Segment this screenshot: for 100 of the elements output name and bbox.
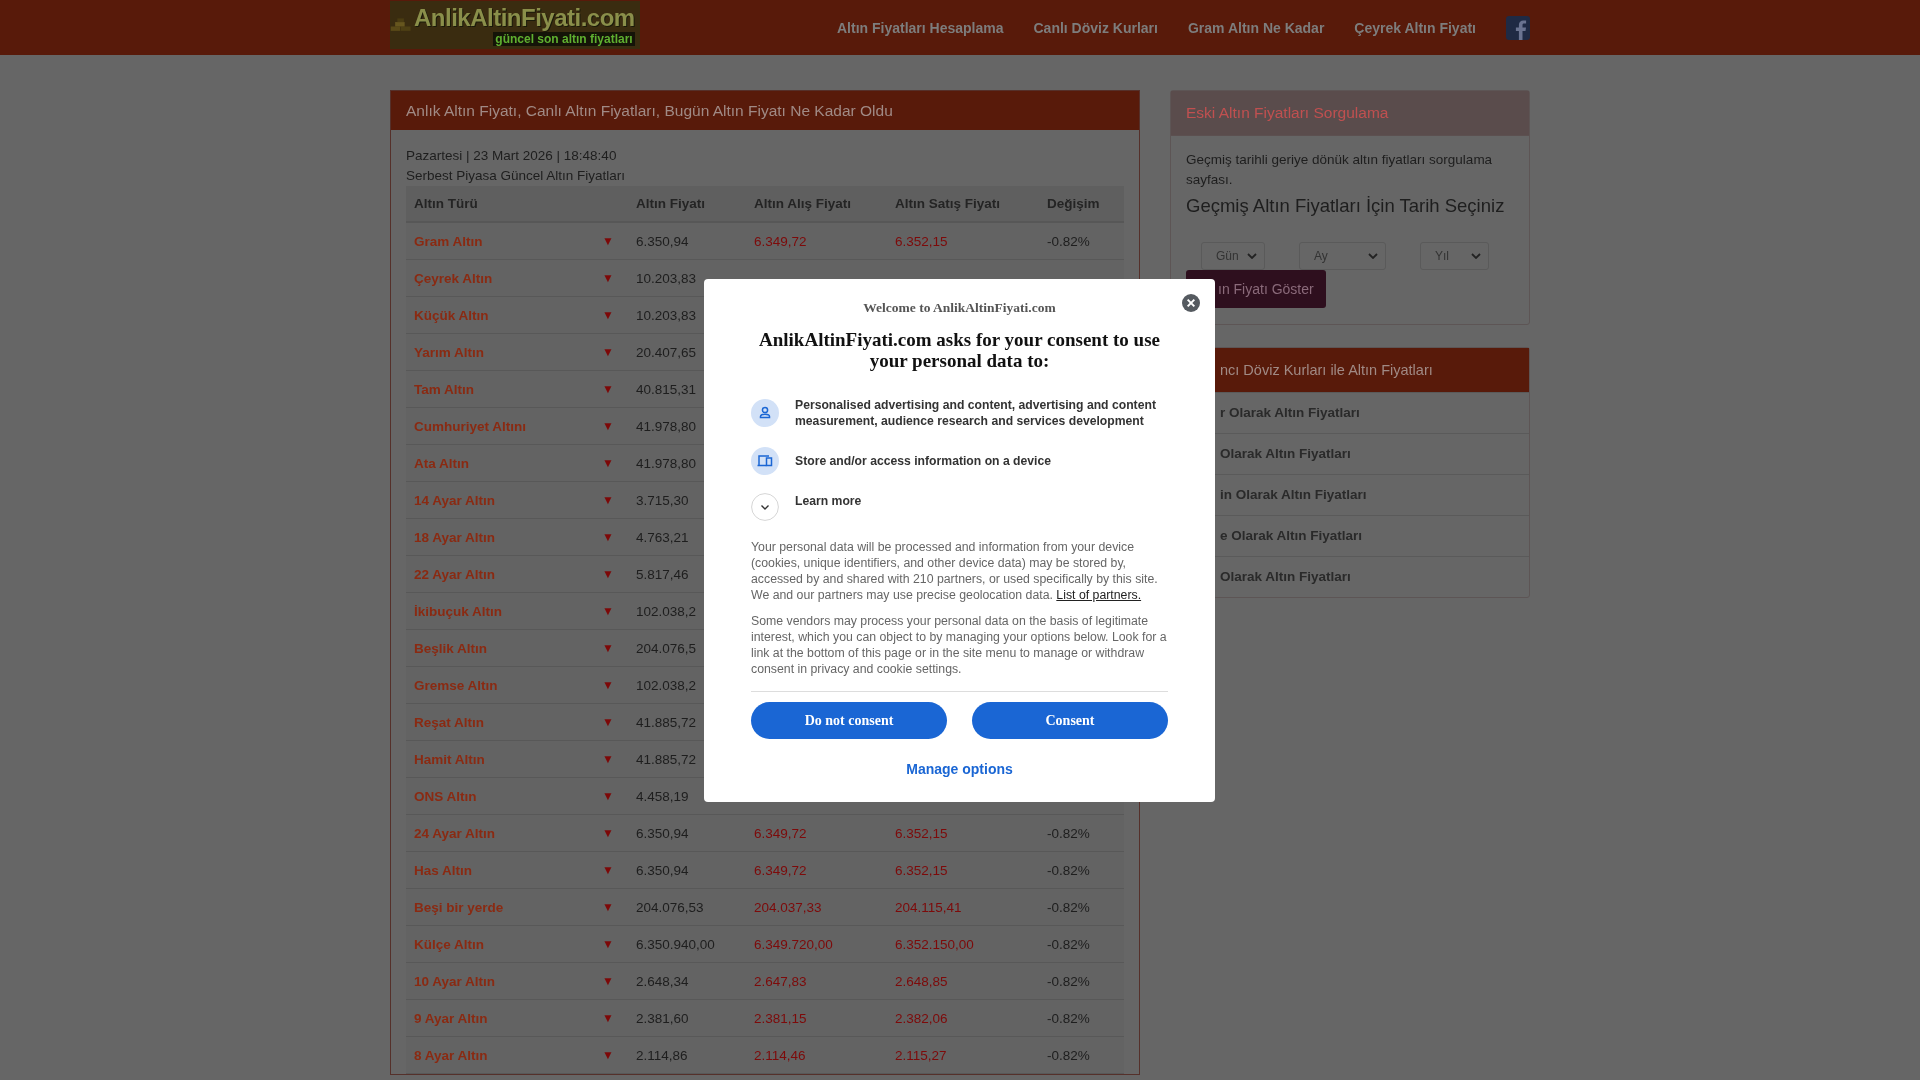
buy-price-cell: 6.349.720,00	[754, 936, 833, 952]
trend-arrow: ▼	[602, 973, 614, 989]
consent-button[interactable]: Do not consent	[751, 702, 947, 739]
trend-arrow: ▼	[602, 862, 614, 878]
price-type-link[interactable]: Beşi bir yerde	[414, 899, 504, 915]
price-type-link[interactable]: 18 Ayar Altın	[414, 529, 496, 545]
trend-arrow: ▼	[602, 1047, 614, 1063]
price-cell: 102.038,2	[636, 677, 697, 693]
trend-arrow: ▼	[602, 603, 614, 619]
price-cell: 2.381,60	[636, 1010, 689, 1026]
sell-price-cell: 2.648,85	[895, 973, 948, 989]
price-type-link[interactable]: 14 Ayar Altın	[414, 492, 496, 508]
price-type-link[interactable]: 10 Ayar Altın	[414, 973, 496, 989]
trend-arrow: ▼	[602, 677, 614, 693]
price-type-link[interactable]: Yarım Altın	[414, 344, 485, 360]
trend-arrow: ▼	[602, 751, 614, 767]
manage-options-link[interactable]: Manage options	[906, 761, 1013, 777]
change-cell: -0.82%	[1047, 233, 1090, 249]
price-type-link[interactable]: Ata Altın	[414, 455, 469, 471]
sell-price-cell: 6.352,15	[895, 825, 948, 841]
price-type-link[interactable]: Reşat Altın	[414, 714, 484, 730]
price-type-link[interactable]: Külçe Altın	[414, 936, 484, 952]
price-type-link[interactable]: Hamit Altın	[414, 751, 485, 767]
price-type-link[interactable]: Çeyrek Altın	[414, 270, 493, 286]
change-cell: -0.82%	[1047, 899, 1090, 915]
panel-title: ncı Döviz Kurları ile Altın Fiyatları	[1220, 362, 1433, 378]
price-type-link[interactable]: Tam Altın	[414, 381, 474, 397]
buy-price-cell: 2.114,46	[754, 1047, 806, 1063]
price-cell: 4.763,21	[636, 529, 689, 545]
price-cell: 6.350,94	[636, 825, 689, 841]
nav-link[interactable]: Gram Altın Ne Kadar	[1187, 19, 1325, 36]
dialog-welcome: Welcome to AnlikAltinFiyati.com	[862, 299, 1057, 317]
price-cell: 41.885,72	[636, 714, 697, 730]
purpose-text: Personalised advertising and content, advertising and content measurement, audience research and services development	[795, 397, 1157, 429]
buy-price-cell: 6.349,72	[754, 825, 807, 841]
sell-price-cell: 6.352,15	[895, 862, 948, 878]
column-header: Değişim	[1046, 196, 1101, 211]
caret-icon	[1368, 253, 1378, 259]
price-type-link[interactable]: Has Altın	[414, 862, 472, 878]
price-cell: 41.978,80	[636, 455, 697, 471]
price-type-link[interactable]: Cumhuriyet Altını	[414, 418, 526, 434]
nav-link[interactable]: Altın Fiyatları Hesaplama	[836, 19, 1004, 36]
price-type-link[interactable]: 22 Ayar Altın	[414, 566, 496, 582]
price-type-link[interactable]: Gram Altın	[414, 233, 483, 249]
price-cell: 2.114,86	[636, 1047, 688, 1063]
facebook-icon[interactable]	[1506, 15, 1530, 40]
price-type-link[interactable]: 24 Ayar Altın	[414, 825, 496, 841]
close-icon[interactable]	[1182, 294, 1200, 312]
consent-button[interactable]: Consent	[972, 702, 1168, 739]
purpose-text: Store and/or access information on a device	[795, 453, 1051, 469]
price-cell: 10.203,83	[636, 307, 697, 323]
trend-arrow: ▼	[602, 788, 614, 804]
consent-text: Some vendors may process your personal data on the basis of legitimate interest, which you can object to by managing your options below. Look for a link at the bottom of this page or in the site menu to manage or withdraw consent in privacy and cookie settings.	[751, 613, 1168, 677]
price-type-link[interactable]: İkibuçuk Altın	[414, 603, 502, 619]
price-cell: 41.885,72	[636, 751, 697, 767]
sell-price-cell: 6.352.150,00	[895, 936, 974, 952]
trend-arrow: ▼	[602, 899, 614, 915]
nav-link[interactable]: Çeyrek Altın Fiyatı	[1354, 19, 1476, 36]
partners-link[interactable]: List of partners.	[1056, 588, 1142, 602]
chevron-down-icon[interactable]	[751, 493, 779, 521]
change-cell: -0.82%	[1047, 1010, 1090, 1026]
trend-arrow: ▼	[602, 381, 614, 397]
trend-arrow: ▼	[602, 307, 614, 323]
change-cell: -0.82%	[1047, 825, 1090, 841]
logo[interactable]: AnlikAltinFiyati.com güncel son altın fiyatları	[390, 0, 640, 49]
consent-text: Your personal data will be processed and information from your device (cookies, unique identifiers, and other device data) may be stored by, accessed by and shared with 210 partners, or used specifically by this site. We and our partners may use precise geolocation data. List of partners.	[751, 539, 1159, 603]
change-cell: -0.82%	[1047, 1047, 1090, 1063]
trend-arrow: ▼	[602, 233, 614, 249]
price-cell: 102.038,2	[636, 603, 697, 619]
devices-icon	[751, 447, 779, 475]
column-header: Altın Türü	[413, 196, 479, 211]
person-icon	[751, 399, 779, 427]
price-type-link[interactable]: Küçük Altın	[414, 307, 489, 323]
price-type-link[interactable]: 8 Ayar Altın	[414, 1047, 488, 1063]
nav-link[interactable]: Canlı Döviz Kurları	[1033, 19, 1158, 36]
buy-price-cell: 6.349,72	[754, 862, 807, 878]
trend-arrow: ▼	[602, 455, 614, 471]
price-type-link[interactable]: Beşlik Altın	[414, 640, 488, 656]
change-cell: -0.82%	[1047, 936, 1090, 952]
price-type-link[interactable]: 9 Ayar Altın	[414, 1010, 488, 1026]
sell-price-cell: 2.115,27	[895, 1047, 947, 1063]
price-type-link[interactable]: Gremse Altın	[414, 677, 498, 693]
trend-arrow: ▼	[602, 492, 614, 508]
price-cell: 2.648,34	[636, 973, 689, 989]
price-cell: 204.076,5	[636, 640, 697, 656]
description: Geçmiş tarihli geriye dönük altın fiyatları sorgulama sayfası.	[1186, 151, 1494, 189]
buy-price-cell: 2.647,83	[754, 973, 807, 989]
price-type-link[interactable]: ONS Altın	[414, 788, 477, 804]
buy-price-cell: 6.349,72	[754, 233, 807, 249]
panel-title: Anlık Altın Fiyatı, Canlı Altın Fiyatları, Bugün Altın Fiyatı Ne Kadar Oldu	[406, 101, 893, 120]
buy-price-cell: 2.381,15	[754, 1010, 807, 1026]
logo-title: AnlikAltinFiyati.com	[414, 3, 635, 32]
price-cell: 6.350,94	[636, 862, 689, 878]
trend-arrow: ▼	[602, 1010, 614, 1026]
price-cell: 10.203,83	[636, 270, 697, 286]
price-cell: 20.407,65	[636, 344, 697, 360]
panel-title: Eski Altın Fiyatları Sorgulama	[1186, 104, 1389, 122]
sell-price-cell: 204.115,41	[895, 899, 962, 915]
trend-arrow: ▼	[602, 640, 614, 656]
column-header: Altın Satış Fiyatı	[894, 196, 1002, 211]
